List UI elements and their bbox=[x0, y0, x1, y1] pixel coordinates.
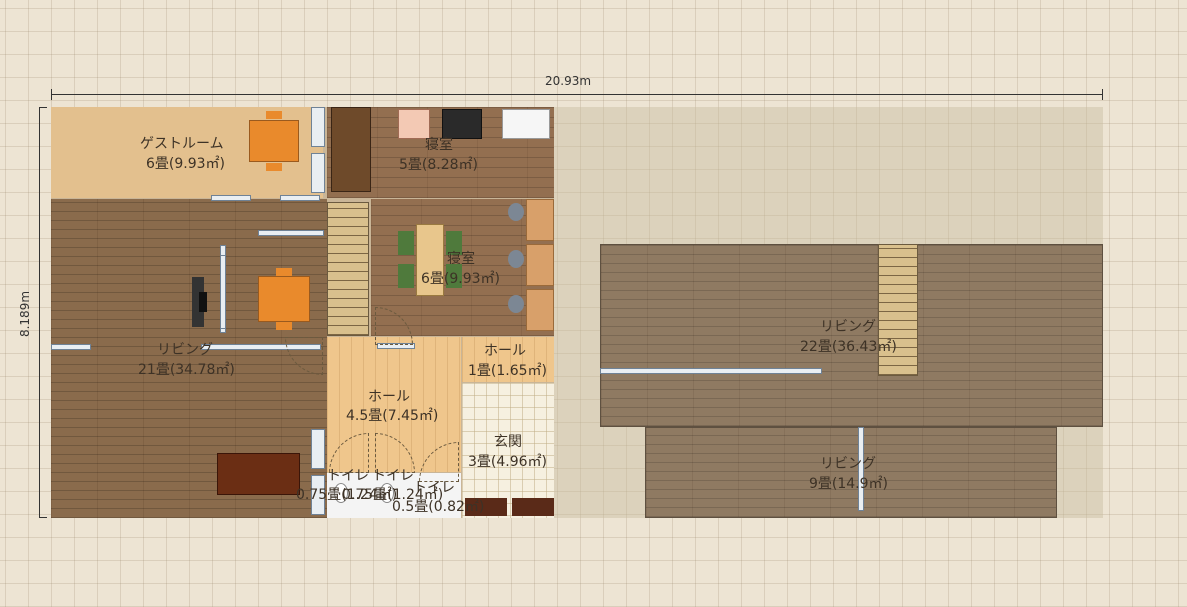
wall-hall-left bbox=[311, 429, 325, 469]
shoe-mat-2 bbox=[512, 498, 554, 516]
desk-row-3 bbox=[526, 289, 554, 331]
wall-guest-bottom-2 bbox=[280, 195, 320, 201]
stove[interactable] bbox=[442, 109, 482, 139]
tv-speaker bbox=[199, 292, 207, 312]
wall-guest-right bbox=[311, 107, 325, 147]
label-toilet2-name: トイレ bbox=[372, 468, 414, 484]
wall-living2-divider bbox=[600, 368, 822, 374]
desk-row-1 bbox=[526, 199, 554, 241]
label-living2-name: リビング bbox=[820, 319, 876, 335]
rug-living[interactable] bbox=[217, 453, 300, 495]
height-dimension-line bbox=[39, 107, 40, 518]
label-entrance-name: 玄関 bbox=[494, 434, 522, 450]
label-bedroom2-area: 6畳(9.93㎡) bbox=[421, 271, 501, 287]
wall-inner-hall-divider bbox=[220, 255, 226, 329]
chair-living-bottom bbox=[276, 322, 292, 330]
office-chair-2 bbox=[508, 250, 524, 268]
label-hall2-name: ホール bbox=[368, 389, 410, 405]
wardrobe-bedroom-1[interactable] bbox=[331, 107, 371, 192]
wall-guest-right-2 bbox=[311, 153, 325, 193]
label-hall1-name: ホール bbox=[484, 343, 526, 359]
label-guest-area: 6畳(9.93㎡) bbox=[146, 156, 226, 172]
stairs-second-floor[interactable] bbox=[878, 244, 918, 376]
wall-guest-bottom bbox=[211, 195, 251, 201]
wall-living-top bbox=[258, 230, 324, 236]
label-bedroom1-name: 寝室 bbox=[425, 137, 453, 153]
width-dimension-label: 20.93m bbox=[545, 74, 592, 88]
sofa-green-1 bbox=[398, 231, 414, 255]
chair-guest-bottom bbox=[266, 163, 282, 171]
label-living3-name: リビング bbox=[820, 456, 876, 472]
label-hall1-area: 1畳(1.65㎡) bbox=[468, 363, 548, 379]
desk-row-2 bbox=[526, 244, 554, 286]
label-living3-area: 9畳(14.9㎡) bbox=[809, 476, 889, 492]
label-guest-name: ゲストルーム bbox=[140, 136, 224, 152]
label-bedroom2-name: 寝室 bbox=[447, 251, 475, 267]
width-dimension-tick-left bbox=[51, 89, 52, 100]
office-chair-3 bbox=[508, 295, 524, 313]
label-toilet3-name: トイレ bbox=[413, 480, 455, 496]
width-dimension-tick-right bbox=[1102, 89, 1103, 100]
height-dimension-tick-bottom bbox=[39, 517, 47, 518]
dining-table-living[interactable] bbox=[258, 276, 310, 322]
label-living1-area: 21畳(34.78㎡) bbox=[138, 362, 235, 378]
label-toilet1-name: トイレ bbox=[327, 468, 369, 484]
wall-living-mid bbox=[51, 344, 91, 350]
stairs-first-floor[interactable] bbox=[327, 202, 369, 336]
label-toilet3-area: 0.5畳(0.82㎡) bbox=[392, 499, 485, 515]
sink[interactable] bbox=[502, 109, 550, 139]
height-dimension-tick-top bbox=[39, 107, 47, 108]
chair-living-top bbox=[276, 268, 292, 276]
label-hall2-area: 4.5畳(7.45㎡) bbox=[346, 408, 439, 424]
label-living2-area: 22畳(36.43㎡) bbox=[800, 339, 897, 355]
width-dimension-line bbox=[51, 94, 1103, 95]
office-chair-1 bbox=[508, 203, 524, 221]
label-bedroom1-area: 5畳(8.28㎡) bbox=[399, 157, 479, 173]
label-entrance-area: 3畳(4.96㎡) bbox=[468, 454, 548, 470]
label-living1-name: リビング bbox=[157, 342, 213, 358]
sofa-green-2 bbox=[398, 264, 414, 288]
height-dimension-label: 8.189m bbox=[18, 290, 33, 338]
chair-guest-top bbox=[266, 111, 282, 119]
dining-table-guest[interactable] bbox=[249, 120, 299, 162]
bed-bedroom-1[interactable] bbox=[398, 109, 430, 139]
